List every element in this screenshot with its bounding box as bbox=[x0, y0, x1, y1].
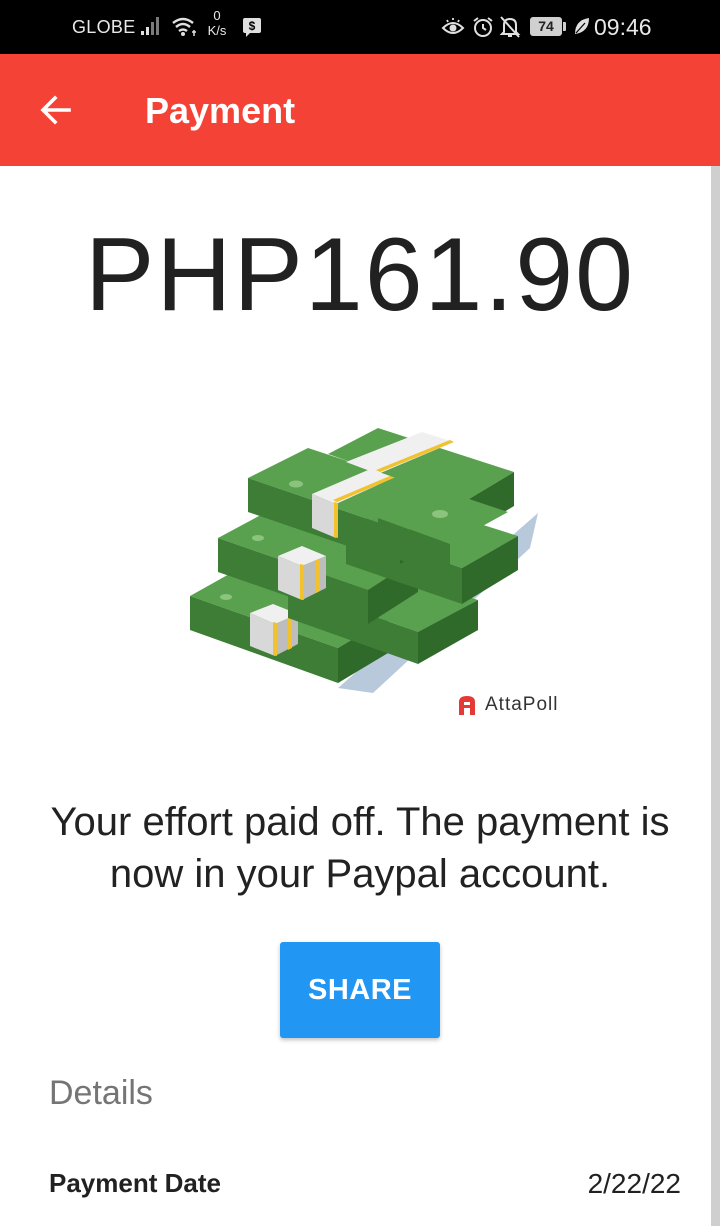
notification-icon: $ bbox=[242, 17, 262, 42]
wifi-icon bbox=[171, 15, 199, 42]
network-speed-value: 0 bbox=[213, 8, 221, 23]
leaf-icon bbox=[573, 16, 591, 41]
detail-label: Payment Date bbox=[49, 1168, 221, 1198]
battery-icon: 74 bbox=[530, 17, 562, 36]
network-speed-unit: K/s bbox=[207, 23, 227, 38]
carrier-label: GLOBE bbox=[72, 17, 136, 37]
payment-screen: GLOBE 0 K/s $ 74 09:46 Payment PHP161.90… bbox=[0, 0, 720, 1226]
status-bar: GLOBE 0 K/s $ 74 09:46 bbox=[0, 0, 720, 54]
page-title: Payment bbox=[145, 90, 296, 131]
details-heading: Details bbox=[49, 1074, 153, 1112]
network-speed: 0 K/s bbox=[205, 8, 229, 38]
back-button[interactable] bbox=[26, 80, 86, 140]
battery-level: 74 bbox=[538, 18, 554, 34]
mute-icon bbox=[499, 15, 521, 44]
share-button[interactable]: SHARE bbox=[280, 942, 440, 1038]
battery-tip bbox=[563, 22, 566, 31]
payment-amount: PHP161.90 bbox=[85, 217, 635, 333]
svg-text:$: $ bbox=[249, 19, 256, 33]
signal-icon bbox=[140, 15, 162, 42]
alarm-icon bbox=[471, 15, 495, 44]
arrow-back-icon bbox=[40, 95, 71, 125]
attapoll-icon bbox=[459, 696, 475, 715]
attapoll-logo: AttaPoll bbox=[456, 694, 558, 716]
brand-name: AttaPoll bbox=[485, 694, 559, 715]
app-bar: Payment bbox=[0, 54, 720, 166]
eye-comfort-icon bbox=[441, 16, 465, 43]
payment-message: Your effort paid off. The payment is now… bbox=[50, 800, 670, 896]
detail-value: 2/22/22 bbox=[587, 1168, 681, 1199]
clock: 09:46 bbox=[594, 14, 652, 40]
detail-row-payment-date: Payment Date 2/22/22 bbox=[49, 1168, 681, 1204]
money-stacks-illustration bbox=[178, 418, 558, 698]
